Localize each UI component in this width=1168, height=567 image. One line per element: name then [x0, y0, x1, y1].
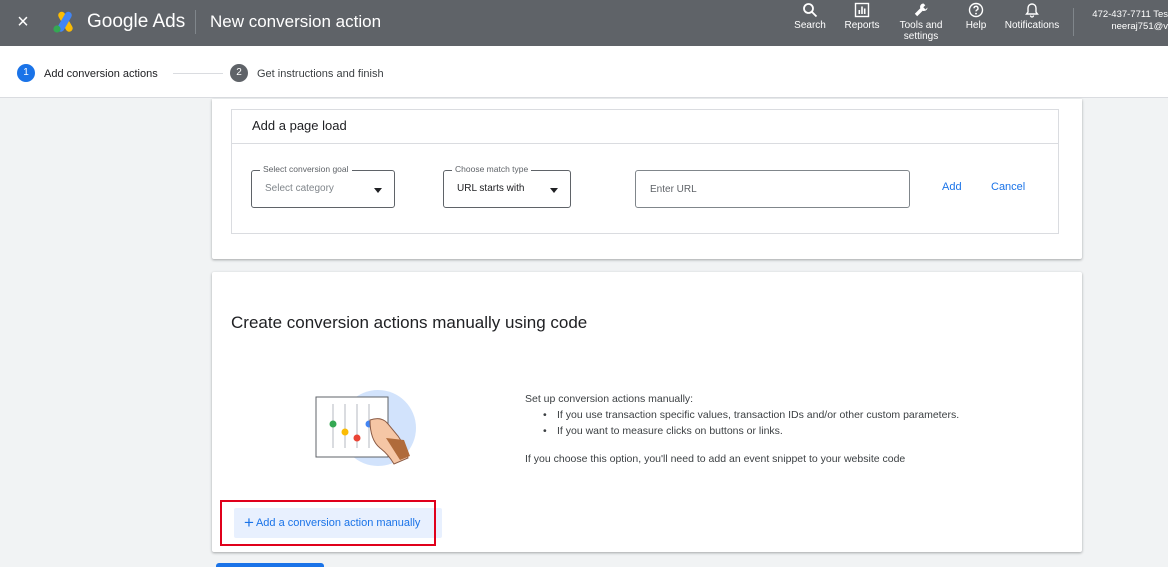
close-icon[interactable]: × [14, 11, 32, 33]
url-input[interactable] [635, 170, 910, 208]
search-button[interactable]: Search [790, 2, 830, 31]
step-1-number: 1 [17, 64, 35, 82]
step-connector [173, 73, 223, 74]
step-2-label: Get instructions and finish [257, 68, 384, 80]
match-type-legend: Choose match type [452, 164, 532, 175]
sliders-illustration-icon [315, 390, 416, 466]
brand-name: Google Ads [87, 11, 186, 32]
header-divider [195, 10, 196, 34]
match-type-value: URL starts with [457, 183, 525, 194]
reports-label: Reports [844, 20, 880, 31]
step-2-number: 2 [230, 64, 248, 82]
tools-label-line1: Tools and [899, 20, 943, 31]
conversion-goal-value: Select category [265, 183, 334, 194]
manual-bullet-list: If you use transaction specific values, … [525, 407, 1045, 439]
wrench-icon [914, 3, 928, 17]
stepper: 1 Add conversion actions 2 Get instructi… [0, 46, 1168, 98]
highlight-annotation-box [220, 500, 436, 546]
bell-icon [1025, 3, 1039, 18]
add-button[interactable]: Add [942, 180, 962, 194]
manual-intro: Set up conversion actions manually: [525, 393, 694, 405]
conversion-goal-legend: Select conversion goal [260, 164, 352, 175]
account-email: neeraj751@v [1111, 21, 1168, 32]
page-load-title: Add a page load [252, 118, 347, 133]
help-button[interactable]: Help [960, 2, 992, 31]
reports-icon [854, 2, 870, 18]
google-ads-logo-icon [53, 11, 73, 33]
match-type-select[interactable]: Choose match type URL starts with [443, 164, 571, 208]
page-load-card: Add a page load Select conversion goal S… [212, 99, 1082, 259]
help-icon [968, 2, 984, 18]
notifications-button[interactable]: Notifications [998, 2, 1066, 31]
dropdown-arrow-icon [550, 188, 558, 193]
page-title: New conversion action [210, 12, 382, 31]
search-icon [803, 3, 818, 18]
header-divider-2 [1073, 8, 1074, 36]
conversion-goal-select[interactable]: Select conversion goal Select category [251, 164, 395, 208]
notifications-label: Notifications [1004, 20, 1060, 31]
list-item: If you use transaction specific values, … [543, 407, 1045, 423]
step-1-label: Add conversion actions [44, 68, 158, 80]
tools-and-settings-button[interactable]: Tools and settings [896, 2, 946, 42]
account-id: 472-437-7711 Tes [1092, 9, 1168, 20]
continue-button-edge[interactable] [216, 563, 324, 567]
dropdown-arrow-icon [374, 188, 382, 193]
help-label: Help [965, 20, 987, 31]
manual-description: Set up conversion actions manually: If y… [525, 391, 1045, 467]
cancel-button[interactable]: Cancel [991, 180, 1025, 194]
account-info[interactable]: 472-437-7711 Tes neeraj751@v [1080, 9, 1168, 33]
list-item: If you want to measure clicks on buttons… [543, 423, 1045, 439]
reports-button[interactable]: Reports [840, 2, 884, 31]
manual-card-title: Create conversion actions manually using… [231, 313, 588, 332]
search-label: Search [794, 20, 826, 31]
page-load-form: Add a page load Select conversion goal S… [231, 109, 1059, 234]
divider [232, 143, 1058, 144]
manual-note: If you choose this option, you'll need t… [525, 453, 906, 465]
tools-label-line2: settings [903, 31, 939, 42]
top-app-bar: × Google Ads New conversion action Searc… [0, 0, 1168, 46]
